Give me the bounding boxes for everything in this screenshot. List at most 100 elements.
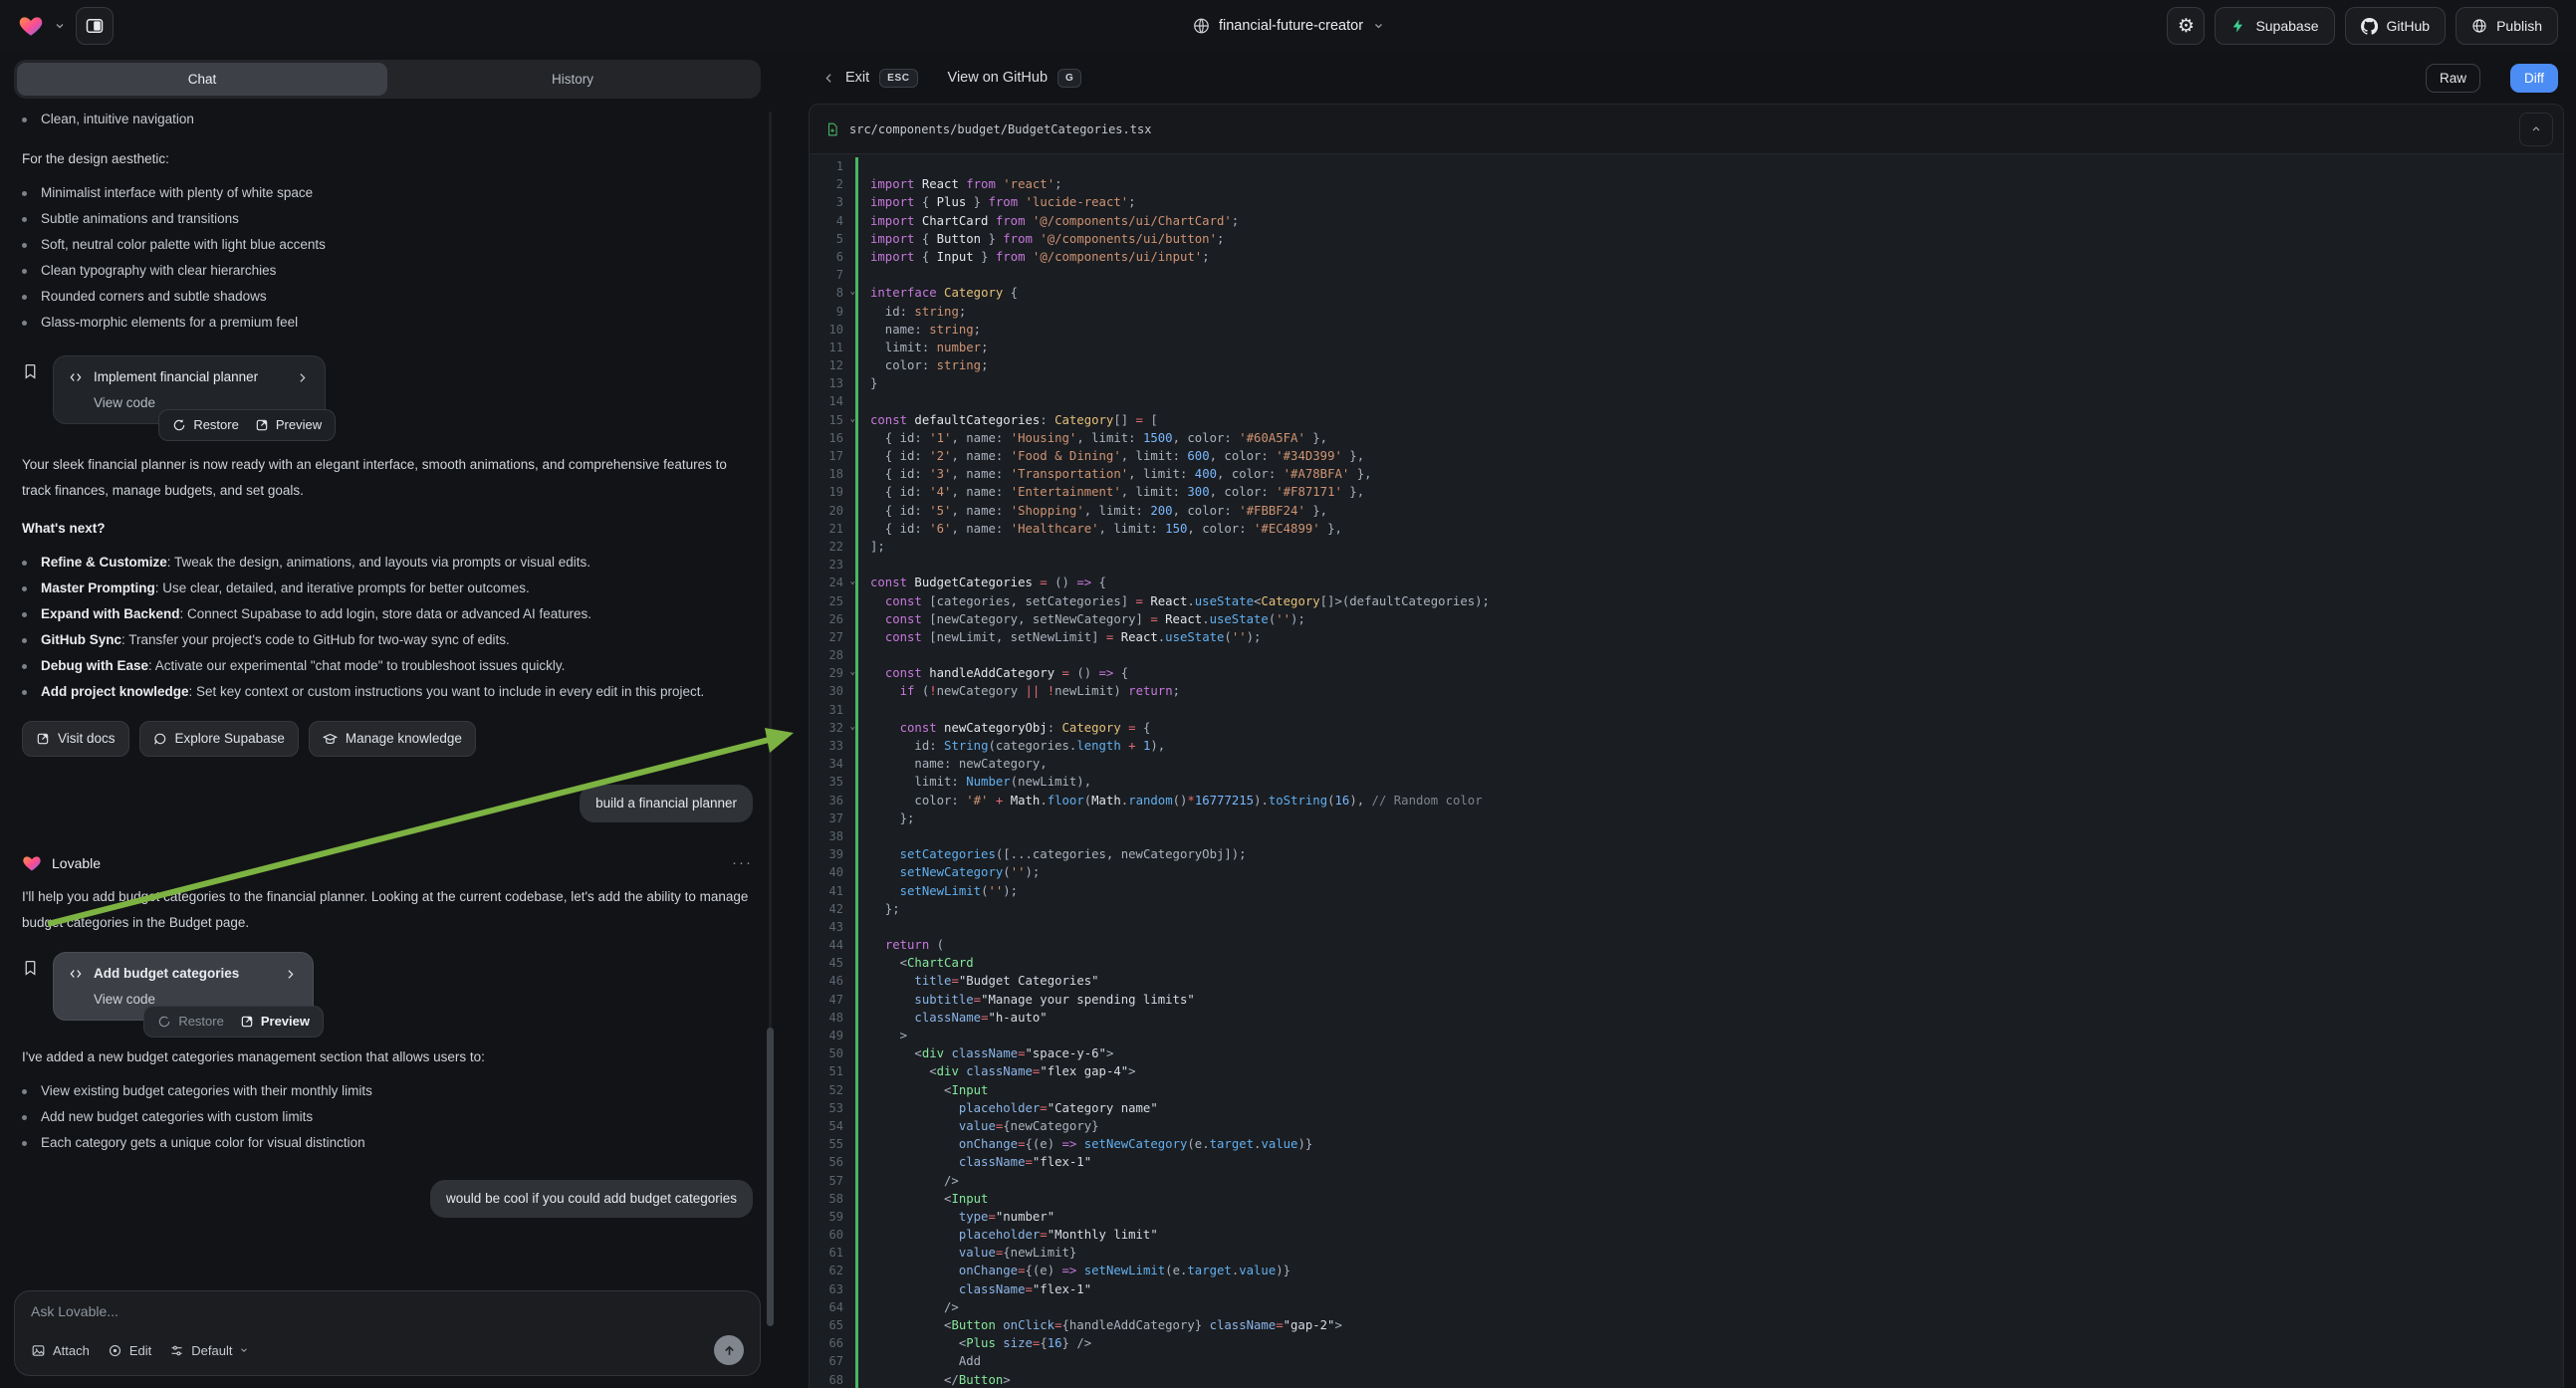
code-line: 17 { id: '2', name: 'Food & Dining', lim… — [810, 447, 2563, 465]
line-number: 12 — [810, 356, 855, 374]
fold-chevron-icon[interactable]: ⌄ — [850, 283, 855, 301]
supabase-button[interactable]: Supabase — [2215, 7, 2334, 45]
restore-button[interactable]: Restore — [157, 1014, 224, 1030]
tab-chat[interactable]: Chat — [17, 63, 387, 96]
chat-composer: Attach Edit Default — [14, 1290, 761, 1376]
list-item: View existing budget categories with the… — [22, 1078, 753, 1104]
chat-message-list[interactable]: Clean, intuitive navigation For the desi… — [0, 105, 775, 1280]
restore-button[interactable]: Restore — [172, 417, 239, 433]
bookmark-icon[interactable] — [22, 958, 39, 978]
code-line: 1 — [810, 157, 2563, 175]
code-line: 55 onChange={(e) => setNewCategory(e.tar… — [810, 1135, 2563, 1153]
code-line: 49 > — [810, 1027, 2563, 1044]
code-line: 38 — [810, 827, 2563, 845]
visit-docs-button[interactable]: Visit docs — [22, 721, 129, 757]
lovable-logo-heart-icon[interactable] — [18, 13, 44, 39]
settings-button[interactable]: ⚙ — [2167, 7, 2205, 45]
chat-input[interactable] — [31, 1303, 744, 1319]
line-number: 28 — [810, 646, 855, 664]
code-line: 47 subtitle="Manage your spending limits… — [810, 991, 2563, 1009]
attach-button[interactable]: Attach — [31, 1343, 90, 1358]
list-item: GitHub Sync: Transfer your project's cod… — [22, 627, 753, 653]
line-number: 66 — [810, 1334, 855, 1352]
publish-button[interactable]: Publish — [2456, 7, 2558, 45]
assistant-paragraph: I've added a new budget categories manag… — [22, 1044, 753, 1070]
code-file-container: src/components/budget/BudgetCategories.t… — [809, 104, 2564, 1388]
line-number: 23 — [810, 556, 855, 574]
chevron-right-icon — [284, 968, 297, 981]
line-number: 29⌄ — [810, 664, 855, 682]
diff-toggle-button[interactable]: Diff — [2510, 64, 2558, 93]
line-number: 42 — [810, 900, 855, 918]
fold-chevron-icon[interactable]: ⌄ — [850, 573, 855, 590]
line-number: 35 — [810, 773, 855, 791]
line-number: 65 — [810, 1316, 855, 1334]
code-line: 19 { id: '4', name: 'Entertainment', lim… — [810, 483, 2563, 501]
code-line: 40 setNewCategory(''); — [810, 863, 2563, 881]
code-line: 42 }; — [810, 900, 2563, 918]
send-button[interactable] — [714, 1335, 744, 1365]
model-selector[interactable]: Default — [169, 1343, 249, 1358]
line-number: 14 — [810, 392, 855, 410]
esc-key-badge: ESC — [879, 69, 917, 88]
sidebar-toggle-button[interactable] — [76, 7, 114, 45]
chat-panel: Chat History Clean, intuitive navigation… — [0, 52, 775, 1388]
project-chevron-down-icon — [1372, 20, 1384, 32]
assistant-paragraph: Your sleek financial planner is now read… — [22, 452, 749, 504]
code-line: 64 /> — [810, 1298, 2563, 1316]
line-number: 49 — [810, 1027, 855, 1044]
line-number: 16 — [810, 429, 855, 447]
tab-history[interactable]: History — [387, 63, 758, 96]
code-line: 48 className="h-auto" — [810, 1009, 2563, 1027]
preview-button[interactable]: Preview — [240, 1014, 310, 1030]
user-message: would be cool if you could add budget ca… — [430, 1180, 753, 1218]
edit-mode-button[interactable]: Edit — [108, 1343, 151, 1358]
line-number: 44 — [810, 936, 855, 954]
code-line: 60 placeholder="Monthly limit" — [810, 1226, 2563, 1244]
raw-toggle-button[interactable]: Raw — [2426, 64, 2480, 93]
logo-chevron-down-icon[interactable] — [54, 20, 66, 32]
added-bullet-list: View existing budget categories with the… — [22, 1078, 753, 1156]
project-switcher[interactable]: financial-future-creator — [1192, 0, 1384, 52]
fold-chevron-icon[interactable]: ⌄ — [850, 410, 855, 428]
preview-button[interactable]: Preview — [255, 417, 322, 433]
fold-chevron-icon[interactable]: ⌄ — [850, 663, 855, 681]
code-line: 7 — [810, 266, 2563, 284]
file-header[interactable]: src/components/budget/BudgetCategories.t… — [810, 105, 2563, 154]
line-number: 32⌄ — [810, 719, 855, 737]
code-line: 37 }; — [810, 810, 2563, 827]
chevron-down-icon — [239, 1345, 249, 1355]
line-number: 25 — [810, 592, 855, 610]
target-icon — [108, 1343, 122, 1358]
list-item: Each category gets a unique color for vi… — [22, 1130, 753, 1156]
external-link-icon — [36, 732, 50, 746]
fold-chevron-icon[interactable]: ⌄ — [850, 718, 855, 736]
code-line: 29⌄ const handleAddCategory = () => { — [810, 664, 2563, 682]
image-icon — [31, 1343, 46, 1358]
view-on-github-button[interactable]: View on GitHub G — [948, 69, 1082, 88]
line-number: 53 — [810, 1099, 855, 1117]
line-number: 54 — [810, 1117, 855, 1135]
chat-scrollbar-thumb[interactable] — [767, 1028, 774, 1326]
collapse-file-button[interactable] — [2519, 113, 2553, 146]
line-number: 6 — [810, 248, 855, 266]
github-button[interactable]: GitHub — [2345, 7, 2447, 45]
exit-button[interactable]: Exit ESC — [822, 69, 918, 88]
list-item: Master Prompting: Use clear, detailed, a… — [22, 576, 753, 601]
manage-knowledge-button[interactable]: Manage knowledge — [309, 721, 476, 757]
line-number: 40 — [810, 863, 855, 881]
code-line: 3import { Plus } from 'lucide-react'; — [810, 193, 2563, 211]
code-line: 67 Add — [810, 1352, 2563, 1370]
code-line: 59 type="number" — [810, 1208, 2563, 1226]
bookmark-icon[interactable] — [22, 361, 39, 381]
explore-supabase-button[interactable]: Explore Supabase — [139, 721, 299, 757]
code-view-panel: Exit ESC View on GitHub G Raw Diff src/c… — [775, 52, 2576, 1388]
code-line: 22]; — [810, 538, 2563, 556]
code-editor[interactable]: 12import React from 'react';3import { Pl… — [810, 154, 2563, 1388]
line-number: 43 — [810, 918, 855, 936]
code-line: 33 id: String(categories.length + 1), — [810, 737, 2563, 755]
design-aesthetic-heading: For the design aesthetic: — [22, 146, 753, 172]
message-menu-button[interactable]: ··· — [732, 850, 753, 876]
code-line: 57 /> — [810, 1172, 2563, 1190]
line-number: 59 — [810, 1208, 855, 1226]
